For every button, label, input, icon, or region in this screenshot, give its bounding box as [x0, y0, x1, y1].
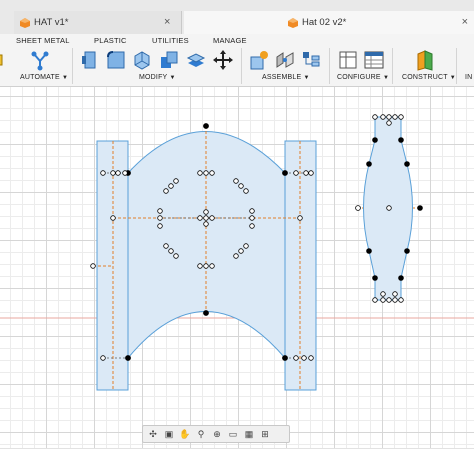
tab-utilities[interactable]: UTILITIES	[152, 36, 189, 45]
divider	[456, 48, 457, 84]
look-at-icon[interactable]: ▣	[162, 427, 176, 441]
construct-plane-icon[interactable]	[414, 49, 436, 71]
construct-label: CONSTRUCT	[402, 74, 448, 81]
configure-table-icon[interactable]	[363, 49, 385, 71]
replace-face-icon[interactable]	[185, 49, 207, 71]
joint-icon[interactable]	[274, 49, 296, 71]
chevron-down-icon: ▼	[169, 75, 176, 81]
design-file-icon	[288, 17, 298, 28]
configure-menu[interactable]: CONFIGURE ▼	[337, 74, 389, 81]
assemble-label: ASSEMBLE	[262, 74, 302, 81]
combine-icon[interactable]	[158, 49, 180, 71]
automate-menu[interactable]: AUTOMATE ▼	[20, 74, 68, 81]
shell-icon[interactable]	[131, 49, 153, 71]
fit-icon[interactable]: ⊕	[210, 427, 224, 441]
close-tab-icon[interactable]: ×	[462, 16, 468, 28]
close-tab-icon[interactable]: ×	[164, 16, 170, 28]
chevron-down-icon: ▼	[303, 75, 310, 81]
hat-profile[interactable]	[127, 131, 286, 360]
new-component-icon[interactable]	[248, 49, 270, 71]
grid-settings-icon[interactable]: ▦	[242, 427, 256, 441]
chevron-down-icon: ▼	[382, 75, 390, 81]
viewports-icon[interactable]: ⊞	[258, 427, 272, 441]
document-tab-bar: HAT v1* × Hat 02 v2* ×	[0, 0, 474, 34]
assemble-component-icon[interactable]	[300, 49, 322, 71]
zoom-icon[interactable]: ⚲	[194, 427, 208, 441]
modify-menu[interactable]: MODIFY ▼	[139, 74, 176, 81]
orbit-icon[interactable]: ✣	[146, 427, 160, 441]
navigation-bar: ✣ ▣ ✋ ⚲ ⊕ ▭ ▦ ⊞	[142, 425, 290, 443]
inspect-menu[interactable]: IN	[465, 74, 472, 81]
tab-sheet-metal[interactable]: SHEET METAL	[16, 36, 70, 45]
chevron-down-icon: ▼	[449, 75, 456, 81]
automate-label: AUTOMATE	[20, 74, 60, 81]
sketch-view[interactable]	[0, 87, 474, 448]
modify-label: MODIFY	[139, 74, 168, 81]
divider	[392, 48, 393, 84]
divider	[241, 48, 242, 84]
automate-icon[interactable]	[29, 49, 51, 71]
configure-label: CONFIGURE	[337, 74, 381, 81]
bottom-area	[0, 448, 474, 475]
design-file-icon	[20, 17, 30, 28]
display-settings-icon[interactable]: ▭	[226, 427, 240, 441]
construct-menu[interactable]: CONSTRUCT ▼	[402, 74, 456, 81]
tab-manage[interactable]: MANAGE	[213, 36, 247, 45]
inspect-label: IN	[465, 74, 473, 81]
document-tab-hat-v1[interactable]: HAT v1* ×	[14, 11, 182, 34]
chevron-down-icon: ▼	[62, 75, 69, 81]
pan-icon[interactable]: ✋	[178, 427, 192, 441]
assemble-menu[interactable]: ASSEMBLE ▼	[262, 74, 310, 81]
document-tab-hat-02[interactable]: Hat 02 v2* ×	[184, 11, 474, 34]
divider	[72, 48, 73, 84]
move-icon[interactable]	[212, 49, 234, 71]
divider	[329, 48, 330, 84]
configure-icon[interactable]	[337, 49, 359, 71]
partial-tool-icon[interactable]	[0, 52, 4, 68]
tab-label: HAT v1*	[34, 17, 69, 28]
fillet-icon[interactable]	[105, 49, 127, 71]
tab-plastic[interactable]: PLASTIC	[94, 36, 127, 45]
tab-label: Hat 02 v2*	[302, 17, 347, 28]
press-pull-icon[interactable]	[79, 49, 101, 71]
